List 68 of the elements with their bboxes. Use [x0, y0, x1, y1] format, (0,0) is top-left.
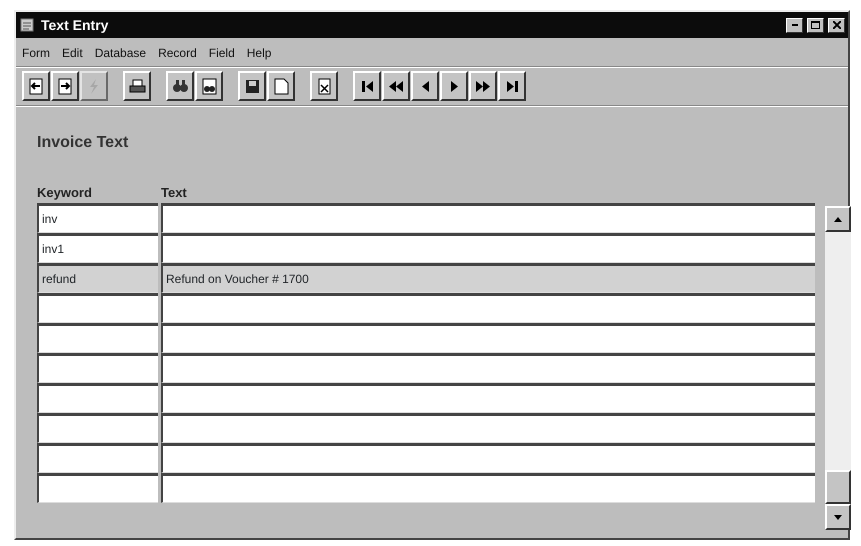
- maximize-icon: [811, 21, 820, 29]
- menu-item[interactable]: Edit: [62, 44, 83, 62]
- previous-record-icon: [420, 80, 430, 92]
- close-button[interactable]: [828, 18, 845, 32]
- column-header: Keyword: [37, 185, 92, 200]
- last-record-button[interactable]: [498, 71, 526, 101]
- previous-record-button[interactable]: [411, 71, 439, 101]
- text-field[interactable]: [161, 202, 815, 232]
- page-cross-icon: [318, 78, 330, 94]
- text-field[interactable]: [161, 232, 815, 262]
- rewind-button[interactable]: [382, 71, 410, 101]
- text-field[interactable]: Refund on Voucher # 1700: [161, 262, 815, 292]
- text-field[interactable]: [161, 322, 815, 352]
- text-field[interactable]: [161, 292, 815, 322]
- keyword-field[interactable]: refund: [37, 262, 158, 292]
- page-arrow-button[interactable]: [22, 71, 50, 101]
- keyword-field[interactable]: inv: [37, 202, 158, 232]
- text-field[interactable]: [161, 442, 815, 472]
- text-field[interactable]: [161, 382, 815, 412]
- scroll-down-button[interactable]: [825, 504, 851, 530]
- page-arrow-button[interactable]: [51, 71, 79, 101]
- keyword-field[interactable]: [37, 322, 158, 352]
- lightning-icon: [89, 78, 99, 94]
- maximize-button[interactable]: [807, 18, 824, 32]
- keyword-field[interactable]: inv1: [37, 232, 158, 262]
- fast-forward-button[interactable]: [469, 71, 497, 101]
- menu-item[interactable]: Field: [208, 44, 235, 62]
- first-record-button[interactable]: [353, 71, 381, 101]
- scroll-thumb[interactable]: [825, 470, 851, 504]
- text-field[interactable]: [161, 412, 815, 442]
- binoculars-icon: [172, 79, 188, 93]
- minimize-icon: [792, 24, 798, 26]
- page-binoculars-button[interactable]: [195, 71, 223, 101]
- menu-item[interactable]: Record: [158, 44, 197, 62]
- scroll-up-button[interactable]: [825, 206, 851, 232]
- binoculars-button[interactable]: [166, 71, 194, 101]
- page-binoculars-icon: [202, 78, 216, 94]
- fast-forward-icon: [475, 80, 491, 92]
- column-header: Text: [161, 185, 187, 200]
- rewind-icon: [388, 80, 404, 92]
- last-record-icon: [506, 80, 518, 92]
- keyword-field[interactable]: [37, 382, 158, 412]
- menu-item[interactable]: Form: [22, 44, 50, 62]
- floppy-disk-button[interactable]: [238, 71, 266, 101]
- keyword-field[interactable]: [37, 442, 158, 472]
- close-icon: [832, 21, 840, 29]
- blank-page-button[interactable]: [267, 71, 295, 101]
- menu-item[interactable]: Help: [246, 44, 272, 62]
- scrollbar[interactable]: [825, 206, 851, 530]
- minimize-button[interactable]: [786, 18, 803, 32]
- blank-page-icon: [274, 78, 288, 94]
- next-record-button[interactable]: [440, 71, 468, 101]
- keyword-field[interactable]: [37, 292, 158, 322]
- form-title: Invoice Text: [37, 133, 130, 153]
- text-field[interactable]: [161, 352, 815, 382]
- printer-button[interactable]: [123, 71, 151, 101]
- page-cross-button[interactable]: [310, 71, 338, 101]
- keyword-field[interactable]: [37, 412, 158, 442]
- keyword-field[interactable]: [37, 352, 158, 382]
- keyword-field[interactable]: [37, 472, 158, 502]
- window-title: Text Entry: [41, 16, 108, 35]
- up-triangle-icon: [834, 216, 842, 222]
- printer-icon: [128, 79, 146, 93]
- down-triangle-icon: [834, 514, 842, 520]
- first-record-icon: [360, 80, 374, 92]
- menu-item[interactable]: Database: [94, 44, 146, 62]
- next-record-icon: [450, 80, 458, 92]
- text-field[interactable]: [161, 472, 815, 502]
